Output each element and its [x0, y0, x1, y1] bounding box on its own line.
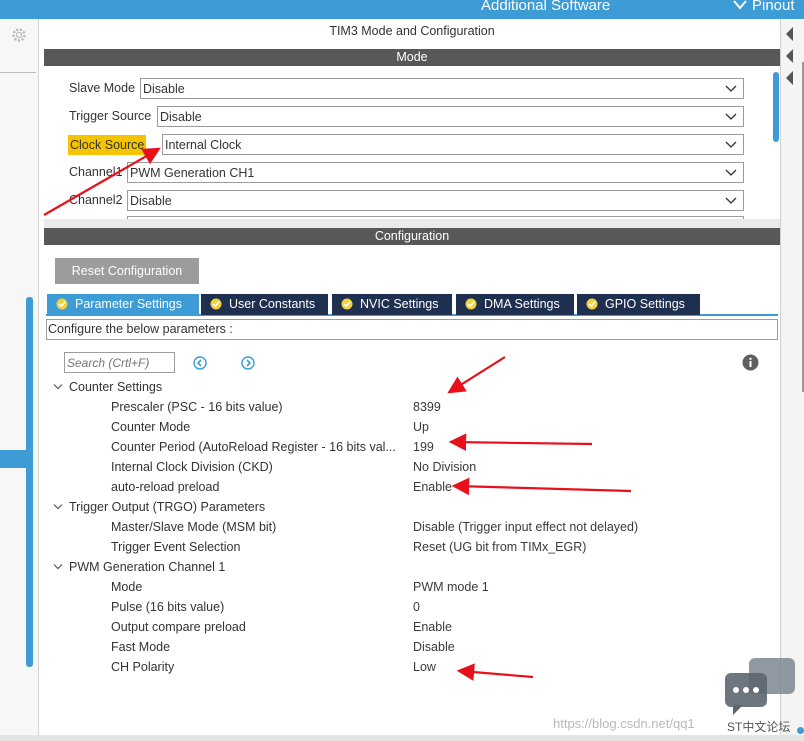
param-counter-period-label: Counter Period (AutoReload Register - 16…: [111, 440, 396, 454]
mode-header: Mode: [44, 49, 780, 66]
check-circle-icon: [210, 298, 222, 310]
param-msm-value[interactable]: Disable (Trigger input effect not delaye…: [413, 520, 638, 534]
gear-icon[interactable]: [10, 26, 28, 44]
param-pulse-label: Pulse (16 bits value): [111, 600, 225, 614]
param-msm-label: Master/Slave Mode (MSM bit): [111, 520, 277, 534]
tab-user-constants[interactable]: User Constants: [201, 294, 328, 315]
arrow-left-circle-icon[interactable]: [193, 356, 207, 370]
param-trigger-event-value[interactable]: Reset (UG bit from TIMx_EGR): [413, 540, 586, 554]
clock-source-select[interactable]: Internal Clock: [162, 134, 744, 155]
tab-dma-settings[interactable]: DMA Settings: [456, 294, 574, 315]
left-scrollbar[interactable]: [26, 297, 33, 667]
mode-scrollbar[interactable]: [773, 72, 779, 142]
tab-gpio-settings[interactable]: GPIO Settings: [577, 294, 700, 315]
chevron-down-icon[interactable]: [53, 383, 63, 391]
channel1-label: Channel1: [69, 165, 123, 179]
chevron-down-icon: [725, 113, 737, 120]
trigger-source-value: Disable: [160, 110, 202, 124]
param-auto-reload-value[interactable]: Enable: [413, 480, 452, 494]
param-counter-mode-value[interactable]: Up: [413, 420, 429, 434]
clock-source-label: Clock Source: [68, 135, 147, 155]
param-auto-reload-label: auto-reload preload: [111, 480, 220, 494]
param-fast-mode-value[interactable]: Disable: [413, 640, 455, 654]
chevron-down-icon: [725, 141, 737, 148]
param-oc-preload-label: Output compare preload: [111, 620, 246, 634]
param-fast-mode-label: Fast Mode: [111, 640, 171, 654]
splitter[interactable]: [44, 219, 780, 228]
param-counter-period-value[interactable]: 199: [413, 440, 434, 454]
param-counter-mode-label: Counter Mode: [111, 420, 191, 434]
tab-label: NVIC Settings: [360, 297, 439, 311]
clock-source-value: Internal Clock: [165, 138, 242, 152]
tab-label: User Constants: [229, 297, 316, 311]
param-clock-division-value[interactable]: No Division: [413, 460, 476, 474]
check-circle-icon: [341, 298, 353, 310]
param-oc-preload-value[interactable]: Enable: [413, 620, 452, 634]
search-input[interactable]: [64, 352, 175, 373]
chat-icon: [725, 658, 795, 715]
resize-handle[interactable]: [797, 727, 804, 734]
slave-mode-value: Disable: [143, 82, 185, 96]
watermark-forum: ST中文论坛: [727, 720, 791, 734]
tab-label: GPIO Settings: [605, 297, 685, 311]
pinout-tab[interactable]: Pinout: [752, 0, 795, 14]
bottom-border: [0, 735, 804, 741]
param-ch-polarity-value[interactable]: Low: [413, 660, 436, 674]
left-panel: [0, 19, 39, 741]
info-icon[interactable]: [742, 354, 759, 371]
channel1-select[interactable]: PWM Generation CH1: [127, 162, 744, 183]
param-ch-polarity-label: CH Polarity: [111, 660, 175, 674]
tab-label: DMA Settings: [484, 297, 560, 311]
tab-nvic-settings[interactable]: NVIC Settings: [332, 294, 452, 315]
trigger-source-label: Trigger Source: [69, 109, 152, 123]
group-pwm-channel1[interactable]: PWM Generation Channel 1: [69, 558, 225, 576]
tab-label: Parameter Settings: [75, 297, 182, 311]
additional-software-tab[interactable]: Additional Software: [481, 0, 610, 14]
tab-parameter-settings[interactable]: Parameter Settings: [47, 294, 199, 315]
chevron-down-icon[interactable]: [732, 0, 748, 12]
chevron-down-icon[interactable]: [53, 563, 63, 571]
param-trigger-event-label: Trigger Event Selection: [111, 540, 241, 554]
channel2-select[interactable]: Disable: [127, 190, 744, 211]
panel-title: TIM3 Mode and Configuration: [329, 24, 495, 38]
check-circle-icon: [586, 298, 598, 310]
group-trigger-output[interactable]: Trigger Output (TRGO) Parameters: [69, 498, 265, 516]
right-edge-panel: [780, 19, 804, 741]
chevron-down-icon: [725, 85, 737, 92]
slave-mode-label: Slave Mode: [69, 81, 136, 95]
group-counter-settings[interactable]: Counter Settings: [69, 378, 162, 396]
collapse-arrows-icon[interactable]: [784, 25, 794, 85]
instruction-box: Configure the below parameters :: [46, 319, 778, 340]
chevron-down-icon[interactable]: [53, 503, 63, 511]
slave-mode-select[interactable]: Disable: [140, 78, 744, 99]
channel1-value: PWM Generation CH1: [130, 166, 255, 180]
param-prescaler-label: Prescaler (PSC - 16 bits value): [111, 400, 283, 414]
check-circle-icon: [465, 298, 477, 310]
configuration-header: Configuration: [44, 228, 780, 245]
arrow-right-circle-icon[interactable]: [241, 356, 255, 370]
param-prescaler-value[interactable]: 8399: [413, 400, 441, 414]
channel2-value: Disable: [130, 194, 172, 208]
trigger-source-select[interactable]: Disable: [157, 106, 744, 127]
selected-item-indicator: [0, 450, 26, 468]
param-mode-label: Mode: [111, 580, 143, 594]
chevron-down-icon: [725, 197, 737, 204]
param-mode-value[interactable]: PWM mode 1: [413, 580, 489, 594]
check-circle-icon: [56, 298, 68, 310]
watermark-url: https://blog.csdn.net/qq1: [553, 716, 695, 731]
param-clock-division-label: Internal Clock Division (CKD): [111, 460, 273, 474]
chevron-down-icon: [725, 169, 737, 176]
reset-configuration-button[interactable]: Reset Configuration: [55, 258, 199, 284]
divider: [0, 72, 36, 73]
top-bar: Additional Software Pinout: [0, 0, 804, 19]
channel2-label: Channel2: [69, 193, 123, 207]
param-pulse-value[interactable]: 0: [413, 600, 420, 614]
